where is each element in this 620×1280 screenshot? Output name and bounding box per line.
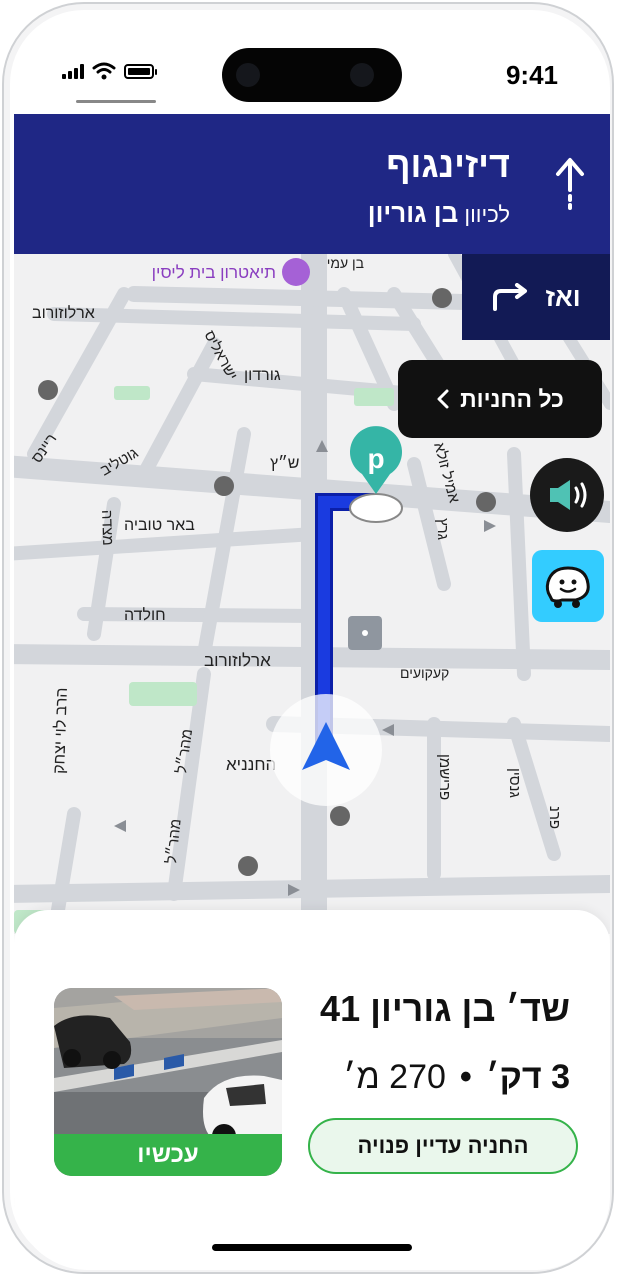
map-canvas: תיאטרון בית ליסין בן עמי ארלוזורוב גורדו… bbox=[14, 254, 610, 934]
wifi-icon bbox=[92, 62, 116, 80]
street-metzada: מצדה bbox=[98, 510, 116, 546]
speaker-icon bbox=[550, 480, 587, 510]
street-shay: ש״ץ bbox=[270, 455, 299, 472]
destination-marker bbox=[349, 493, 403, 523]
eta-row: 3 דק׳ • 270 מ׳ bbox=[343, 1058, 570, 1097]
next-maneuver-label: ואז bbox=[545, 281, 581, 312]
street-harav-levi: הרב לוי יצחק bbox=[50, 687, 71, 774]
parking-details-card[interactable]: עכשיו שד׳ בן גוריון 41 3 דק׳ • 270 מ׳ החני… bbox=[14, 910, 610, 1270]
street-arlozorov-top: ארלוזורוב bbox=[32, 304, 95, 322]
street-gretz: גרץ bbox=[434, 518, 451, 540]
sound-button[interactable] bbox=[530, 458, 604, 532]
waze-icon bbox=[545, 566, 590, 608]
eta-separator: • bbox=[459, 1058, 472, 1096]
eta-minutes: 3 דק׳ bbox=[485, 1058, 570, 1096]
battery-icon bbox=[124, 63, 157, 79]
direction-street: בן גוריון bbox=[367, 198, 459, 228]
poi-theater-label: תיאטרון בית ליסין bbox=[152, 263, 276, 282]
direction-prefix: לכיוון bbox=[464, 202, 510, 227]
waze-button[interactable] bbox=[532, 550, 604, 622]
screen: 9:41 דיזינגוף לכיוון בן גוריון תיאטרון ב… bbox=[14, 14, 610, 1270]
street-gordon: גורדון bbox=[244, 367, 281, 384]
straight-arrow-icon bbox=[556, 158, 584, 210]
current-street: דיזינגוף bbox=[386, 144, 510, 185]
status-underline bbox=[76, 100, 156, 103]
next-maneuver-box[interactable]: ואז bbox=[462, 254, 610, 340]
status-icons bbox=[62, 62, 157, 80]
all-parking-lots-label: כל החניות bbox=[460, 385, 564, 412]
street-arlozorov: ארלוזורוב bbox=[204, 651, 271, 670]
eta-distance: 270 מ׳ bbox=[343, 1058, 446, 1096]
street-be-er-tuvia: באר טוביה bbox=[124, 517, 195, 534]
status-time: 9:41 bbox=[505, 60, 558, 90]
street-hahashmonaim: החנניא bbox=[226, 755, 276, 774]
photo-timestamp-badge: עכשיו bbox=[54, 1134, 282, 1176]
street-fran: פרנ bbox=[546, 806, 563, 829]
svg-text:p: p bbox=[367, 443, 384, 474]
turn-right-icon bbox=[493, 283, 528, 311]
map-view[interactable]: תיאטרון בית ליסין בן עמי ארלוזורוב גורדו… bbox=[14, 254, 610, 934]
home-indicator[interactable] bbox=[212, 1244, 412, 1251]
chevron-left-icon bbox=[437, 389, 449, 409]
dynamic-island bbox=[222, 48, 402, 102]
street-kakuim: קעקועים bbox=[400, 665, 449, 681]
phone-frame: 9:41 דיזינגוף לכיוון בן גוריון תיאטרון ב… bbox=[2, 2, 614, 1274]
signal-icon bbox=[62, 63, 84, 79]
parking-photo[interactable]: עכשיו bbox=[54, 988, 282, 1176]
street-frishman: פרישמן bbox=[436, 754, 453, 800]
availability-status-badge[interactable]: החניה עדיין פנויה bbox=[308, 1118, 578, 1174]
parking-address: שד׳ בן גוריון 41 bbox=[320, 988, 570, 1029]
street-gnesin: גנסין bbox=[506, 768, 523, 798]
all-parking-lots-button[interactable]: כל החניות bbox=[398, 360, 602, 438]
navigation-banner[interactable]: דיזינגוף לכיוון בן גוריון bbox=[14, 114, 610, 254]
direction-text: לכיוון בן גוריון bbox=[368, 198, 510, 229]
theater-poi-icon bbox=[282, 258, 310, 286]
street-ben-ami: בן עמי bbox=[327, 255, 364, 271]
street-hulda: חולדה bbox=[124, 606, 166, 624]
